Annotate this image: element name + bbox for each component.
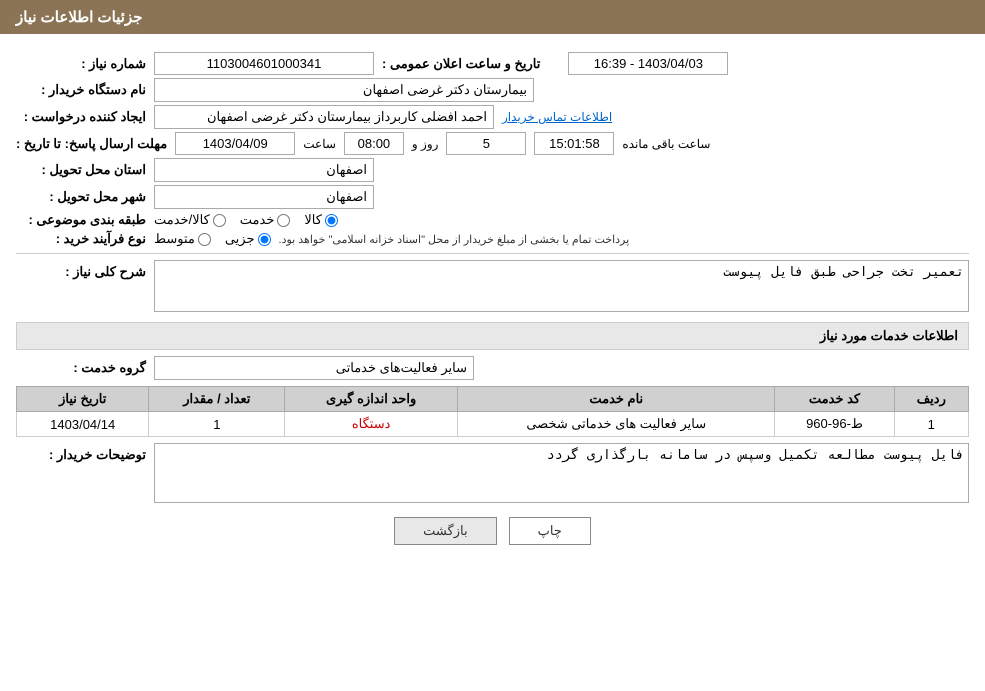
- mohlat-saat-label: ساعت: [303, 137, 336, 151]
- services-table: ردیف کد خدمت نام خدمت واحد اندازه گیری ت…: [16, 386, 969, 437]
- col-tedad: تعداد / مقدار: [149, 387, 285, 412]
- radio-kala-khedmat[interactable]: [213, 214, 226, 227]
- tarikho-saat-value: 1403/04/03 - 16:39: [568, 52, 728, 75]
- radio-motavasset[interactable]: [198, 233, 211, 246]
- mohlat-remaining-label: ساعت باقی مانده: [622, 137, 710, 151]
- tabaqe-label: طبقه بندی موضوعی :: [16, 212, 146, 228]
- col-kod: کد خدمت: [775, 387, 894, 412]
- radio-jozei[interactable]: [258, 233, 271, 246]
- ijad-konande-label: ایجاد کننده درخواست :: [16, 109, 146, 125]
- nam-dastgah-label: نام دستگاه خریدار :: [16, 82, 146, 98]
- cell-radif: 1: [894, 412, 968, 437]
- farayand-radio-group: متوسط جزیی: [154, 231, 271, 247]
- radio-kala-khedmat-label[interactable]: کالا/خدمت: [154, 212, 226, 228]
- radio-khedmat-label[interactable]: خدمت: [240, 212, 291, 228]
- ijad-konande-value: احمد افضلی کاربرداز بیمارستان دکتر غرضی …: [154, 105, 494, 129]
- radio-motavasset-label[interactable]: متوسط: [154, 231, 211, 247]
- goroh-value: سایر فعالیت‌های خدماتی: [154, 356, 474, 380]
- shomara-niaz-label: شماره نیاز :: [16, 56, 146, 72]
- radio-kala[interactable]: [325, 214, 338, 227]
- cell-tedad: 1: [149, 412, 285, 437]
- ettelaat-tamas-link[interactable]: اطلاعات تماس خریدار: [502, 110, 612, 124]
- button-bar: چاپ بازگشت: [16, 517, 969, 545]
- radio-khedmat[interactable]: [277, 214, 290, 227]
- mohlat-date: 1403/04/09: [175, 132, 295, 155]
- back-button[interactable]: بازگشت: [394, 517, 496, 545]
- goroh-label: گروه خدمت :: [16, 360, 146, 376]
- sharh-textarea[interactable]: <span data-bind="fields.sharh_value"></s…: [154, 260, 969, 312]
- radio-kala-label[interactable]: کالا: [304, 212, 338, 228]
- ostan-value: اصفهان: [154, 158, 374, 182]
- mohlat-label: مهلت ارسال پاسخ: تا تاریخ :: [16, 136, 167, 152]
- col-tarikh: تاریخ نیاز: [17, 387, 149, 412]
- page-title: جزئیات اطلاعات نیاز: [0, 0, 985, 34]
- radio-jozei-label[interactable]: جزیی: [225, 231, 271, 247]
- print-button[interactable]: چاپ: [509, 517, 591, 545]
- shahr-label: شهر محل تحویل :: [16, 189, 146, 205]
- col-nam: نام خدمت: [458, 387, 775, 412]
- ostan-label: استان محل تحویل :: [16, 162, 146, 178]
- mohlat-roz: 5: [446, 132, 526, 155]
- nooe-farayand-label: نوع فرآیند خرید :: [16, 231, 146, 247]
- shahr-value: اصفهان: [154, 185, 374, 209]
- cell-nam: سایر فعالیت های خدماتی شخصی: [458, 412, 775, 437]
- cell-kod: ط-96-960: [775, 412, 894, 437]
- khadamat-section-title: اطلاعات خدمات مورد نیاز: [16, 322, 969, 350]
- sharh-label: شرح کلی نیاز :: [16, 260, 146, 280]
- cell-vahed: دستگاه: [285, 412, 458, 437]
- toseef-label: توضیحات خریدار :: [16, 443, 146, 463]
- nam-dastgah-value: بیمارستان دکتر غرضی اصفهان: [154, 78, 534, 102]
- mohlat-remaining: 15:01:58: [534, 132, 614, 155]
- farayand-description: پرداخت تمام یا بخشی از مبلغ خریدار از مح…: [279, 233, 630, 246]
- table-row: 1 ط-96-960 سایر فعالیت های خدماتی شخصی د…: [17, 412, 969, 437]
- cell-tarikh: 1403/04/14: [17, 412, 149, 437]
- mohlat-roz-label: روز و: [412, 137, 439, 151]
- col-radif: ردیف: [894, 387, 968, 412]
- toseef-textarea[interactable]: [154, 443, 969, 503]
- shomara-niaz-value: 1103004601000341: [154, 52, 374, 75]
- mohlat-saat: 08:00: [344, 132, 404, 155]
- col-vahed: واحد اندازه گیری: [285, 387, 458, 412]
- tabaqe-radio-group: کالا/خدمت خدمت کالا: [154, 212, 338, 228]
- tarikho-saat-label: تاریخ و ساعت اعلان عمومی :: [382, 56, 540, 72]
